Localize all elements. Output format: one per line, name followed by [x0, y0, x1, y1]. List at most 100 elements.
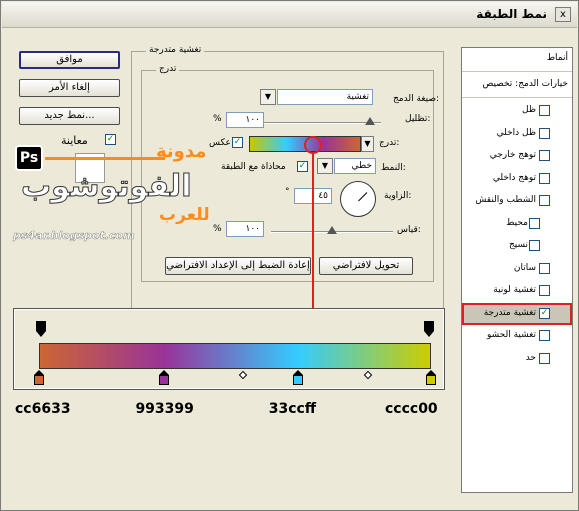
opacity-label: تظليل: [405, 114, 431, 124]
style-item-checkbox[interactable] [539, 195, 550, 206]
style-item-label: محيط [506, 217, 528, 228]
style-item[interactable]: تغشية لونية [462, 280, 572, 302]
align-label: محاذاة مع الطبقة [221, 162, 286, 172]
style-item-checkbox[interactable] [539, 172, 550, 184]
color-stop[interactable] [34, 370, 44, 385]
window-title: نمط الطبقة [476, 7, 547, 21]
scale-slider-thumb[interactable] [327, 226, 337, 234]
style-item[interactable]: ساتان [462, 258, 572, 280]
hex-label: 993399 [135, 401, 194, 417]
style-item[interactable]: ظل [462, 100, 572, 122]
opacity-stop-right[interactable] [424, 321, 434, 337]
style-label: النمط: [381, 163, 406, 173]
opacity-slider-track[interactable] [261, 122, 381, 124]
gradient-overlay-group-title: تغشية متدرجة [146, 45, 205, 55]
highlight-circle [304, 136, 322, 154]
style-item[interactable]: نسيج [462, 235, 572, 257]
watermark: Ps مدونة الفوتوشوب للعرب ps4ar.blogspot.… [11, 141, 216, 249]
watermark-url: ps4ar.blogspot.com [13, 229, 135, 242]
divider [462, 71, 572, 72]
style-item-label: تغشية الحشو [486, 330, 536, 340]
close-icon[interactable]: x [555, 7, 571, 22]
style-item[interactable]: تغشية متدرجة ✓ [462, 302, 572, 325]
style-item-label: الشطب والنقش [475, 195, 536, 205]
blend-options-item[interactable]: خيارات الدمج: تخصيص [462, 74, 572, 96]
style-item[interactable]: الشطب والنقش [462, 190, 572, 212]
style-item[interactable]: حد [462, 348, 572, 370]
midpoint-diamond[interactable] [364, 370, 373, 380]
reset-default-button[interactable]: إعادة الضبط إلى الإعداد الافتراضي [165, 257, 311, 275]
style-item-label: ظل داخلي [496, 127, 536, 138]
style-item-checkbox[interactable]: ✓ [539, 307, 550, 319]
title-bar[interactable]: نمط الطبقة x [2, 2, 577, 28]
opacity-unit: % [213, 114, 222, 124]
make-default-button[interactable]: تحويل لافتراضي [319, 257, 413, 275]
style-item-checkbox[interactable] [539, 285, 550, 296]
watermark-blog-word: مدونة [156, 141, 207, 162]
style-item-label: توهج خارجي [489, 150, 536, 160]
chevron-down-icon[interactable]: ▼ [260, 89, 276, 105]
gradient-subgroup-title: تدرج [156, 64, 180, 74]
highlight-arrow-line [312, 154, 314, 324]
watermark-arab-word: للعرب [159, 205, 210, 225]
blend-mode-select[interactable]: تغشية [277, 89, 373, 105]
style-item-label: نسيج [508, 240, 528, 250]
hex-label: 33ccff [268, 401, 317, 417]
opacity-input[interactable]: ١٠٠ [226, 112, 264, 128]
cancel-button[interactable]: إلغاء الأمر [19, 79, 120, 97]
style-item-checkbox[interactable] [539, 105, 550, 116]
style-item-checkbox[interactable] [529, 217, 540, 229]
hex-label: cccc00 [385, 401, 438, 417]
color-stop[interactable] [426, 370, 436, 385]
blend-mode-label: صيغة الدمج: [393, 94, 440, 104]
opacity-stop-left[interactable] [36, 321, 46, 337]
style-item-checkbox[interactable] [539, 150, 550, 161]
scale-label: قياس: [397, 225, 421, 235]
midpoint-diamond[interactable] [238, 370, 248, 380]
style-item[interactable]: تغشية الحشو [462, 325, 572, 347]
hex-label: cc6633 [15, 401, 71, 417]
style-item-checkbox[interactable] [539, 330, 550, 341]
style-item-checkbox[interactable] [539, 127, 550, 139]
align-checkbox[interactable]: ✓ [297, 161, 308, 172]
angle-dial-needle [358, 192, 368, 202]
style-item-checkbox[interactable] [539, 352, 550, 364]
style-item-label: تغشية متدرجة [483, 307, 536, 318]
color-stop[interactable] [159, 370, 170, 385]
angle-label: الزاوية: [384, 191, 412, 201]
ok-button[interactable]: موافق [19, 51, 120, 69]
gradient-label: تدرج: [379, 138, 400, 148]
chevron-down-icon[interactable]: ▼ [361, 136, 374, 152]
angle-unit: ° [285, 187, 290, 197]
style-item[interactable]: ظل داخلي [462, 123, 572, 145]
ps-logo-badge: Ps [15, 145, 43, 171]
style-item[interactable]: توهج خارجي [462, 145, 572, 167]
styles-header-label: أنماط [546, 53, 568, 63]
opacity-slider-thumb[interactable] [365, 117, 375, 125]
watermark-orange-line [45, 157, 165, 160]
color-stop[interactable] [292, 370, 303, 385]
style-item-label: توهج داخلي [492, 172, 536, 183]
styles-list: أنماط خيارات الدمج: تخصيص ظل ظل داخلي توهج… [461, 47, 573, 493]
style-select[interactable]: خطي [334, 158, 376, 174]
scale-input[interactable]: ١٠٠ [226, 221, 264, 237]
gradient-editor-panel [13, 308, 445, 390]
chevron-down-icon[interactable]: ▼ [317, 158, 333, 174]
style-item-checkbox[interactable] [539, 262, 550, 274]
style-item-label: ساتان [513, 262, 536, 273]
new-style-button[interactable]: نمط جديد... [19, 107, 120, 125]
divider [462, 97, 572, 98]
layer-style-dialog: نمط الطبقة x موافق إلغاء الأمر نمط جديد.… [0, 0, 579, 511]
style-item-label: ظل [522, 105, 536, 115]
style-item-checkbox[interactable] [529, 240, 540, 251]
reverse-checkbox[interactable]: ✓ [232, 137, 243, 148]
watermark-main-word: الفوتوشوب [20, 169, 192, 205]
style-item[interactable]: توهج داخلي [462, 168, 572, 190]
styles-header[interactable]: أنماط [462, 48, 572, 70]
gradient-bar[interactable] [39, 343, 431, 369]
style-item-label: تغشية لونية [493, 285, 536, 295]
style-item-label: حد [525, 352, 536, 363]
blend-options-label: خيارات الدمج: تخصيص [482, 79, 568, 89]
style-item[interactable]: محيط [462, 213, 572, 235]
angle-dial[interactable] [340, 181, 376, 217]
